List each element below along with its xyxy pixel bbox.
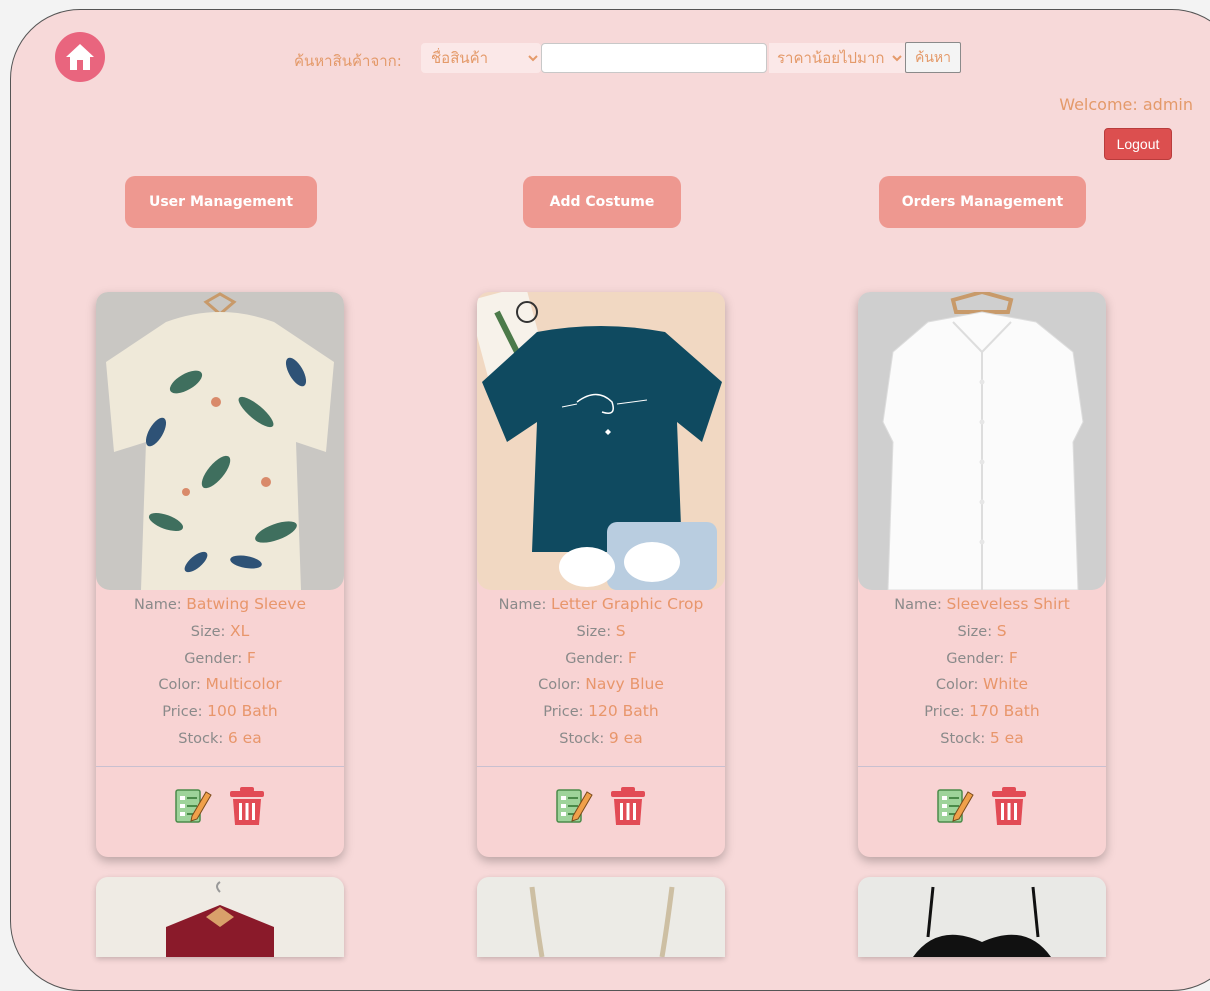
product-stock: 9 ea [608, 728, 643, 747]
add-costume-button[interactable]: Add Costume [523, 176, 681, 228]
product-color: Navy Blue [585, 675, 664, 694]
edit-icon[interactable] [555, 786, 594, 830]
product-price: 120 Bath [588, 702, 659, 721]
trash-icon[interactable] [609, 786, 647, 830]
search-label: ค้นหาสินค้าจาก: [294, 52, 402, 70]
home-icon [66, 44, 94, 70]
product-gender: F [246, 648, 256, 667]
user-management-button[interactable]: User Management [125, 176, 317, 228]
product-info: Name: Batwing Sleeve Size: XL Gender: F … [134, 595, 306, 747]
product-color: White [983, 675, 1029, 694]
search-input[interactable] [541, 43, 767, 73]
product-stock: 6 ea [227, 728, 262, 747]
product-card: Name: Batwing Sleeve Size: XL Gender: F … [96, 292, 344, 857]
sort-select[interactable]: ราคาน้อยไปมาก [769, 43, 905, 73]
product-size: XL [230, 621, 250, 640]
edit-icon[interactable] [936, 786, 975, 830]
search-field-select[interactable]: ชื่อสินค้า [421, 43, 541, 73]
product-gender: F [627, 648, 637, 667]
product-card: Name: Letter Graphic Crop Size: S Gender… [477, 292, 725, 857]
divider [858, 766, 1106, 767]
product-card-partial [858, 877, 1106, 957]
product-name: Letter Graphic Crop [550, 595, 704, 613]
product-name: Sleeveless Shirt [946, 595, 1070, 613]
product-image [96, 877, 344, 957]
product-color: Multicolor [205, 675, 282, 694]
product-name: Batwing Sleeve [186, 595, 306, 613]
logout-button[interactable]: Logout [1104, 128, 1172, 160]
product-image [477, 292, 725, 590]
welcome-text: Welcome: admin [1059, 95, 1193, 114]
divider [96, 766, 344, 767]
trash-icon[interactable] [990, 786, 1028, 830]
trash-icon[interactable] [228, 786, 266, 830]
edit-icon[interactable] [174, 786, 213, 830]
product-image [858, 292, 1106, 590]
product-price: 100 Bath [207, 702, 278, 721]
product-image [858, 877, 1106, 957]
search-button[interactable]: ค้นหา [905, 42, 961, 73]
product-info: Name: Sleeveless Shirt Size: S Gender: F… [894, 595, 1070, 747]
product-price: 170 Bath [969, 702, 1040, 721]
product-gender: F [1008, 648, 1018, 667]
product-image [477, 877, 725, 957]
home-button[interactable] [55, 32, 105, 82]
product-card: Name: Sleeveless Shirt Size: S Gender: F… [858, 292, 1106, 857]
product-card-partial [477, 877, 725, 957]
product-card-partial [96, 877, 344, 957]
divider [477, 766, 725, 767]
orders-management-button[interactable]: Orders Management [879, 176, 1086, 228]
product-info: Name: Letter Graphic Crop Size: S Gender… [498, 595, 704, 747]
product-size: S [615, 621, 626, 640]
page-frame: ค้นหาสินค้าจาก: ชื่อสินค้า ราคาน้อยไปมาก… [10, 9, 1210, 991]
product-stock: 5 ea [989, 728, 1024, 747]
product-image [96, 292, 344, 590]
product-size: S [996, 621, 1007, 640]
